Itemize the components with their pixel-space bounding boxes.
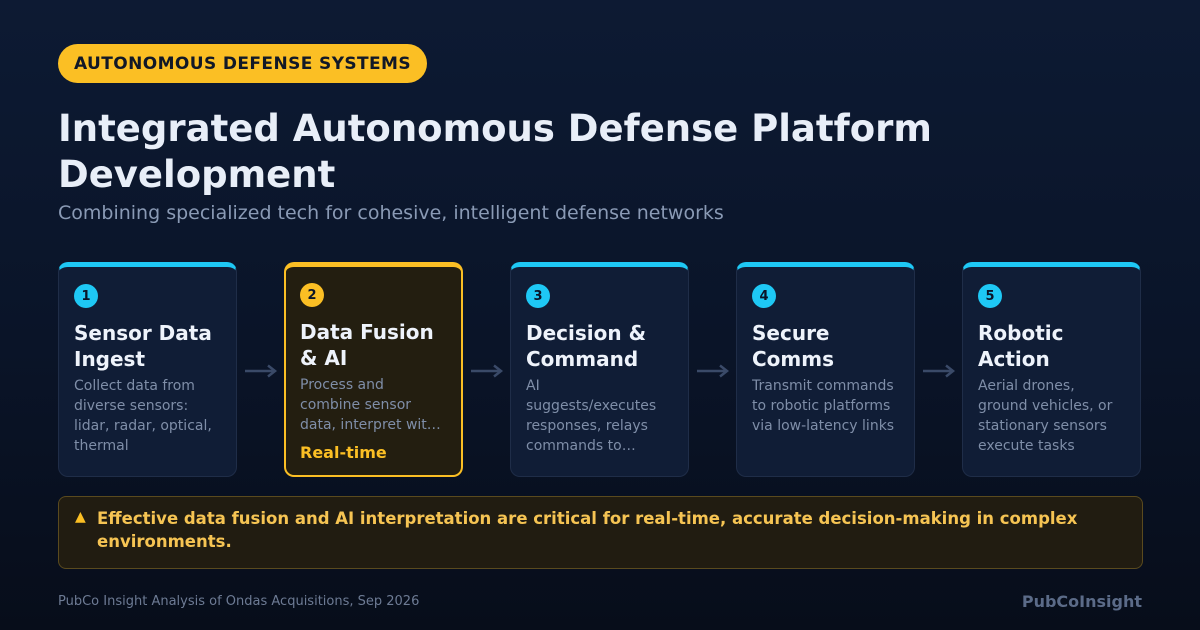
callout-text: Effective data fusion and AI interpretat… [97, 509, 1078, 551]
step-description: Transmit commands to robotic platforms v… [752, 378, 895, 434]
warning-icon: ▲ [75, 509, 86, 525]
step-card-secure-comms: 4 Secure Comms Transmit commands to robo… [736, 262, 915, 477]
step-tag: Real-time [300, 443, 387, 462]
arrow-right-icon [237, 262, 284, 477]
process-flow: 1 Sensor Data Ingest Collect data from d… [58, 262, 1141, 477]
step-title: Decision & Command [526, 321, 647, 371]
step-title: Sensor Data Ingest [74, 321, 212, 371]
step-title: Secure Comms [752, 321, 835, 371]
step-card-robotic-action: 5 Robotic Action Aerial drones, ground v… [962, 262, 1141, 477]
step-description: AI suggests/executes responses, relays c… [526, 378, 657, 454]
step-number-badge: 2 [300, 283, 324, 307]
page-title: Integrated Autonomous Defense Platform D… [58, 107, 932, 196]
brand-logo: PubCoInsight [1021, 592, 1142, 611]
step-description: Aerial drones, ground vehicles, or stati… [978, 378, 1113, 454]
step-card-decision-command: 3 Decision & Command AI suggests/execute… [510, 262, 689, 477]
step-description: Collect data from diverse sensors: lidar… [74, 378, 212, 454]
step-number-badge: 1 [74, 284, 98, 308]
step-number-badge: 5 [978, 284, 1002, 308]
source-note: PubCo Insight Analysis of Ondas Acquisit… [58, 594, 420, 609]
step-card-sensor-ingest: 1 Sensor Data Ingest Collect data from d… [58, 262, 237, 477]
arrow-right-icon [463, 262, 510, 477]
step-card-data-fusion: 2 Data Fusion & AI Process and combine s… [284, 262, 463, 477]
key-insight-callout: ▲ Effective data fusion and AI interpret… [58, 496, 1143, 569]
page-subtitle: Combining specialized tech for cohesive,… [58, 202, 724, 224]
step-number-badge: 3 [526, 284, 550, 308]
category-badge: AUTONOMOUS DEFENSE SYSTEMS [58, 44, 428, 83]
step-description: Process and combine sensor data, interpr… [300, 377, 436, 433]
step-title: Robotic Action [978, 321, 1064, 371]
arrow-right-icon [915, 262, 962, 477]
step-number-badge: 4 [752, 284, 776, 308]
arrow-right-icon [689, 262, 736, 477]
step-title: Data Fusion & AI [300, 320, 434, 370]
